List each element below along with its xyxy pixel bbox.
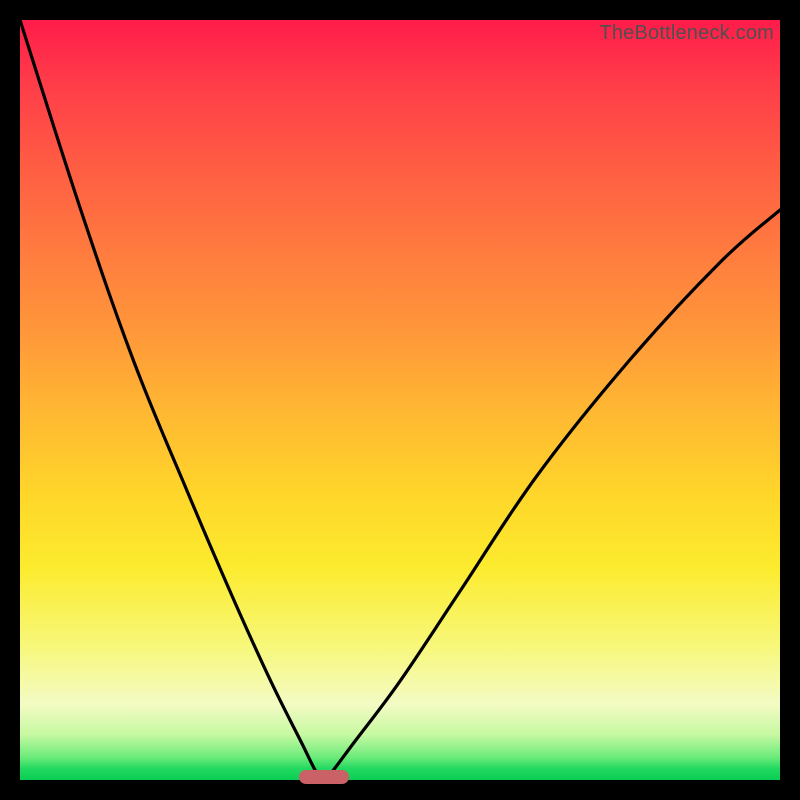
- chart-frame: TheBottleneck.com: [20, 20, 780, 780]
- watermark-text: TheBottleneck.com: [599, 22, 774, 45]
- bottleneck-curve: [20, 20, 780, 780]
- optimal-marker: [299, 770, 349, 784]
- curve-path: [20, 20, 780, 780]
